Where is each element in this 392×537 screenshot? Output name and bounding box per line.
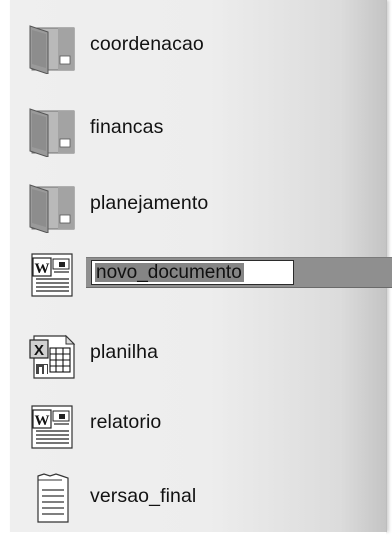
file-item-financas[interactable]: financas bbox=[16, 101, 386, 158]
file-name: relatorio bbox=[90, 411, 162, 433]
word-document-icon: W bbox=[16, 396, 78, 452]
file-item-versao-final[interactable]: versao_final bbox=[16, 470, 386, 526]
file-item-coordenacao[interactable]: coordenacao bbox=[16, 18, 386, 75]
file-item-planilha[interactable]: X planilha bbox=[16, 326, 386, 382]
word-icon-letter: W bbox=[35, 261, 50, 277]
file-name: versao_final bbox=[90, 485, 197, 507]
excel-spreadsheet-icon: X bbox=[16, 326, 78, 382]
file-name: planejamento bbox=[90, 192, 209, 214]
rename-input[interactable]: novo_documento bbox=[91, 260, 294, 285]
word-icon-letter: W bbox=[35, 413, 50, 429]
folder-icon bbox=[16, 177, 78, 234]
file-item-novo-documento[interactable]: W novo_documento bbox=[16, 244, 392, 300]
text-document-icon bbox=[16, 470, 78, 526]
excel-icon-letter: X bbox=[34, 342, 44, 359]
file-name: coordenacao bbox=[90, 33, 204, 55]
rename-input-selected-text: novo_documento bbox=[95, 262, 244, 283]
file-name: financas bbox=[90, 116, 164, 138]
file-item-planejamento[interactable]: planejamento bbox=[16, 177, 386, 234]
file-name: planilha bbox=[90, 341, 159, 363]
word-document-icon: W bbox=[16, 244, 78, 300]
panel-bottom-edge bbox=[10, 532, 386, 537]
folder-icon bbox=[16, 18, 78, 75]
file-item-relatorio[interactable]: W relatorio bbox=[16, 396, 386, 452]
folder-icon bbox=[16, 101, 78, 158]
